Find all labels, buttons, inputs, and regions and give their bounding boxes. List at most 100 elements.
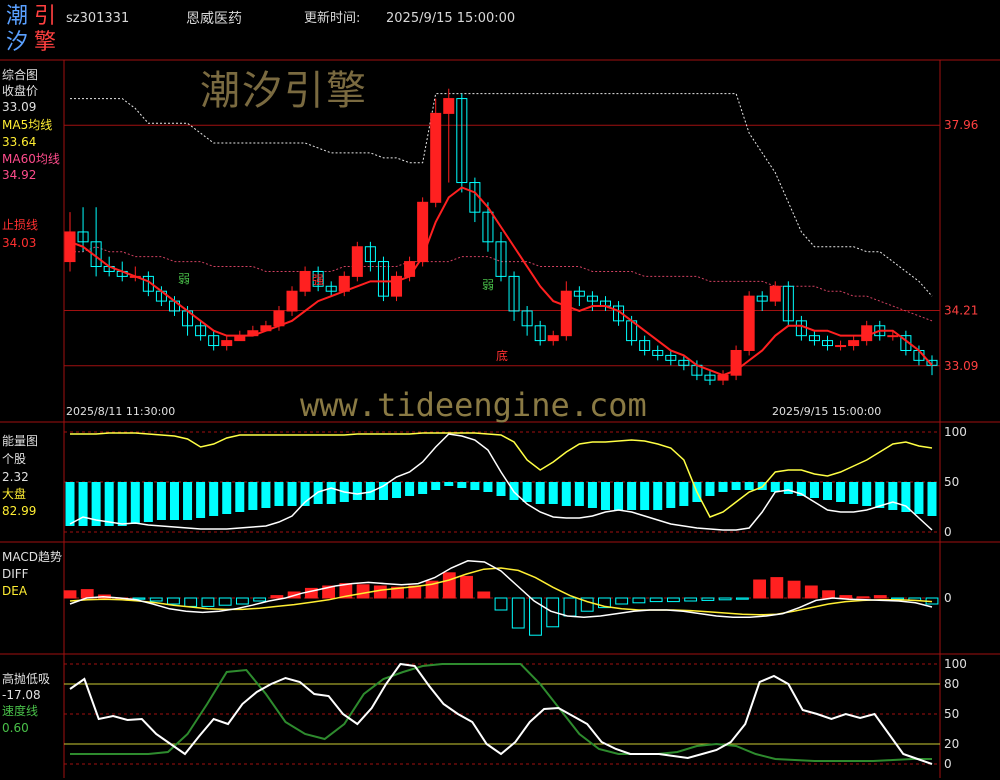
energy-bar [392, 482, 402, 498]
candle-body [221, 340, 233, 347]
energy-tick-label: 0 [944, 525, 952, 539]
energy-bar [183, 482, 193, 520]
candle-body [64, 231, 76, 263]
macd-hist-bar [891, 597, 904, 600]
energy-bar [130, 482, 140, 524]
energy-bar [483, 482, 493, 492]
close-value: 33.09 [2, 100, 37, 114]
macd-hist-bar [63, 590, 77, 599]
energy-bar [600, 482, 610, 510]
energy-bar [627, 482, 637, 510]
energy-bar [457, 482, 467, 488]
energy-bar [705, 482, 715, 496]
energy-bar [313, 482, 323, 504]
macd-hist-bar [218, 597, 232, 606]
candle-body [743, 295, 755, 351]
macd-hist-bar [666, 597, 680, 603]
macd-hist-bar [804, 585, 818, 599]
energy-bar [352, 482, 362, 500]
main-tick-label: 33.09 [944, 359, 978, 373]
candle-body [848, 340, 860, 347]
energy-bar [574, 482, 584, 506]
macd-hist-bar [373, 585, 387, 599]
energy-bar [287, 482, 297, 506]
candle-body [351, 246, 363, 277]
macd-tick-label: 0 [944, 591, 952, 605]
candle-body [887, 335, 899, 338]
macd-hist-bar [201, 597, 215, 607]
candle-body [443, 98, 455, 114]
date-end: 2025/9/15 15:00:00 [772, 405, 882, 418]
energy-bar [117, 482, 127, 526]
mark-strong: 强 [312, 273, 325, 287]
hl-title: 高抛低吸 [2, 672, 51, 686]
candle-body [430, 112, 442, 203]
candle-body [299, 270, 311, 292]
energy-bar [470, 482, 480, 490]
energy-bar [222, 482, 232, 514]
ma5-value: 33.64 [2, 135, 37, 149]
main-tick-label: 37.96 [944, 118, 978, 132]
macd-hist-bar [787, 580, 801, 599]
candle-body [404, 261, 416, 277]
energy-bar [496, 482, 506, 496]
energy-bar [405, 482, 415, 496]
mark-weak: 弱 [178, 272, 191, 286]
hl-tick-label: 100 [944, 657, 967, 671]
candle-body [547, 335, 559, 342]
energy-bar [248, 482, 258, 510]
candle-body [835, 345, 847, 348]
macd-hist-bar [649, 597, 663, 603]
macd-hist-bar [270, 595, 284, 599]
macd-hist-bar [253, 597, 267, 602]
energy-tick-label: 100 [944, 425, 967, 439]
market-energy-label: 大盘 [2, 487, 27, 501]
macd-hist-bar [408, 585, 422, 599]
energy-bar [875, 482, 885, 508]
energy-bar [431, 482, 441, 490]
macd-hist-bar [701, 597, 715, 601]
stock-energy-label: 个股 [2, 452, 27, 466]
energy-bar [770, 482, 780, 492]
candle-body [286, 290, 298, 312]
energy-bar [143, 482, 153, 522]
close-label: 收盘价 [2, 84, 39, 98]
energy-bar [823, 482, 833, 500]
macd-hist-bar [563, 597, 577, 617]
ma60-label: MA60均线 [2, 152, 60, 166]
macd-hist-bar [356, 584, 370, 599]
energy-bar [640, 482, 650, 510]
energy-bar [927, 482, 937, 516]
energy-bar [535, 482, 545, 504]
macd-hist-bar [442, 572, 456, 599]
energy-bar [104, 482, 114, 526]
macd-hist-bar [856, 596, 870, 599]
energy-bar [587, 482, 597, 508]
speed-line [70, 663, 932, 762]
hl-tick-label: 20 [944, 737, 959, 751]
macd-hist-bar [477, 591, 491, 599]
candle-body [861, 325, 873, 342]
energy-bar [653, 482, 663, 510]
macd-hist-bar [753, 579, 767, 599]
macd-title: MACD趋势 [2, 550, 62, 564]
speed-value: 0.60 [2, 721, 29, 735]
mark-weak: 弱 [482, 278, 495, 292]
speed-label: 速度线 [2, 704, 39, 718]
energy-bar [561, 482, 571, 506]
energy-bar [274, 482, 284, 506]
energy-bar [731, 482, 741, 490]
macd-hist-bar [632, 597, 646, 604]
mark-bottom: 底 [496, 349, 509, 363]
candle-body [417, 201, 429, 263]
energy-bar [548, 482, 558, 504]
energy-bar [783, 482, 793, 494]
hl-tick-label: 50 [944, 707, 959, 721]
energy-bar [235, 482, 245, 512]
candle-body [769, 285, 781, 302]
main-tick-label: 34.21 [944, 303, 978, 317]
candle-body [560, 290, 572, 337]
energy-bar [914, 482, 924, 514]
energy-bar [522, 482, 532, 502]
dea-line [69, 567, 933, 616]
